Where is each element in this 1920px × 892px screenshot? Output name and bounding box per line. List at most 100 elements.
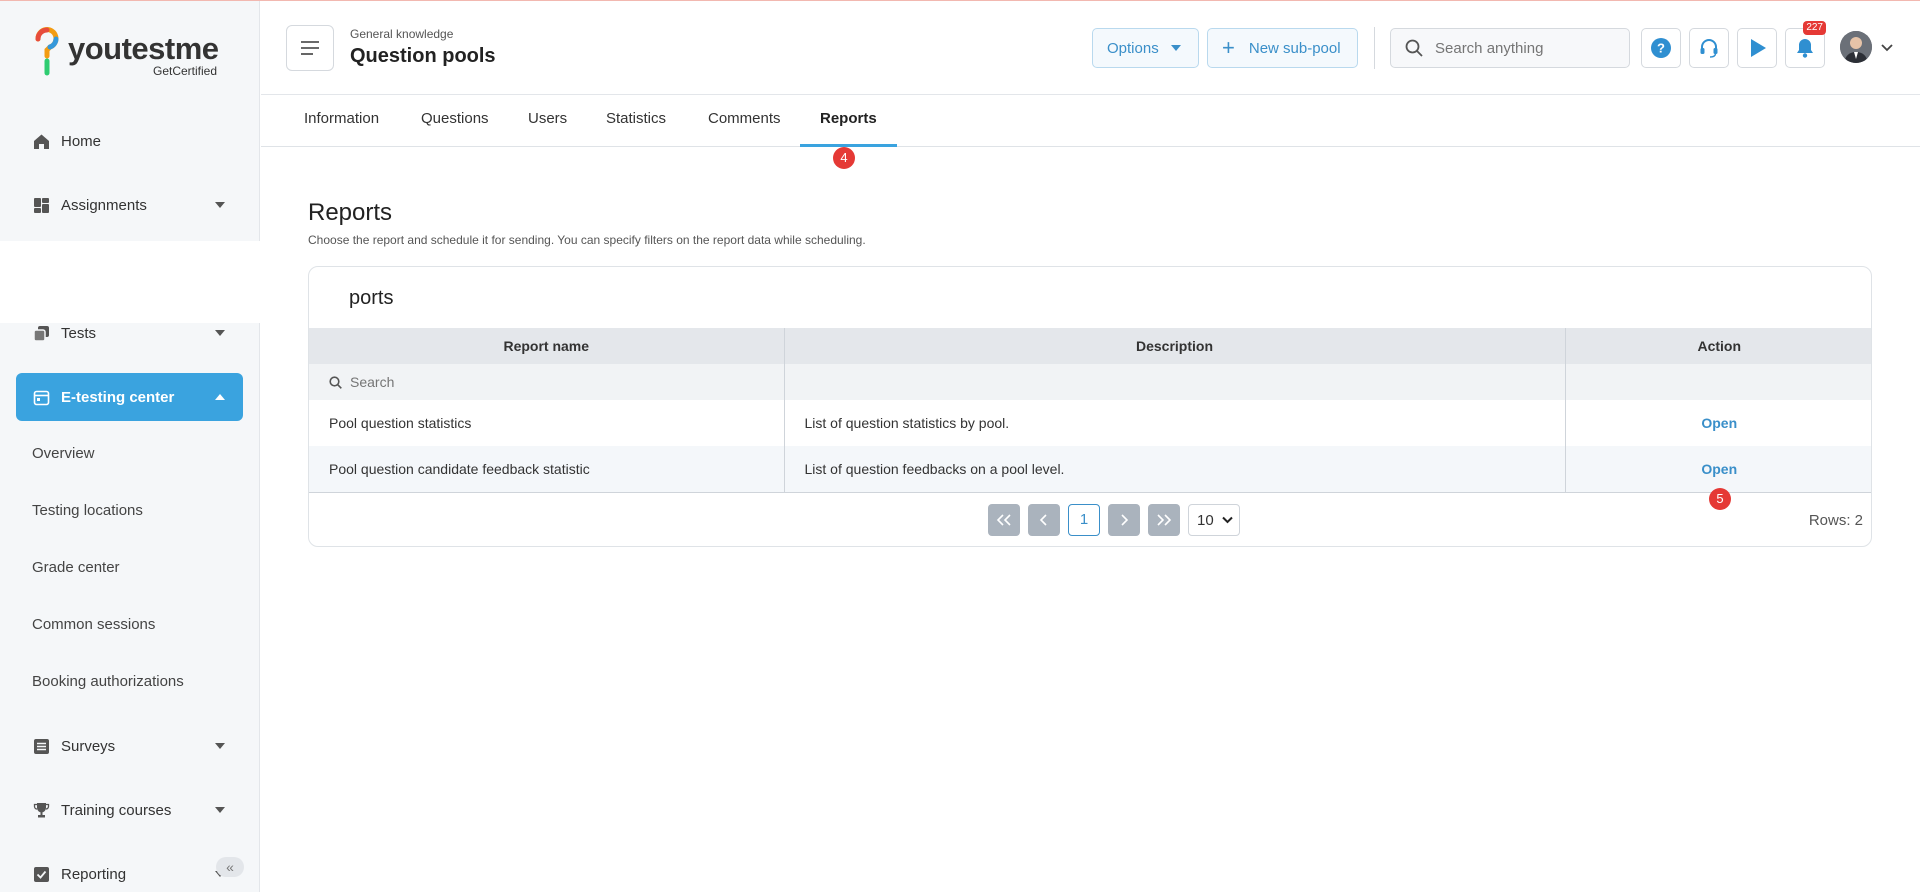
- youtestme-logo[interactable]: youtestme GetCertified: [32, 27, 232, 78]
- help-button[interactable]: ?: [1641, 28, 1681, 68]
- sidebar-subitem-testing-locations[interactable]: Testing locations: [32, 500, 143, 522]
- chevron-down-icon: [215, 807, 225, 813]
- reports-card: ports Report name Description Action Sea…: [308, 266, 1872, 547]
- help-icon: ?: [1651, 38, 1671, 58]
- sidebar-item-label: Assignments: [61, 196, 147, 214]
- play-tour-button[interactable]: [1737, 28, 1777, 68]
- sidebar-item-training-courses[interactable]: Training courses: [16, 786, 243, 834]
- previous-page-button[interactable]: [1028, 504, 1060, 536]
- table-row: Pool question candidate feedback statist…: [309, 446, 1871, 493]
- chevron-left-icon: [1039, 514, 1047, 526]
- tab-bar: Information Questions Users Statistics C…: [261, 96, 1920, 147]
- overlay-blank-area: [0, 241, 346, 323]
- sidebar-item-label: Surveys: [61, 737, 116, 755]
- first-page-button[interactable]: [988, 504, 1020, 536]
- breadcrumb[interactable]: General knowledge: [350, 27, 453, 41]
- page-number-button[interactable]: 1: [1068, 504, 1100, 536]
- plus-icon: +: [1222, 35, 1235, 60]
- trophy-icon: [32, 801, 50, 819]
- last-page-button[interactable]: [1148, 504, 1180, 536]
- support-button[interactable]: [1689, 28, 1729, 68]
- user-avatar-image: [1840, 31, 1872, 63]
- chevron-down-icon: [1221, 516, 1233, 524]
- next-page-button[interactable]: [1108, 504, 1140, 536]
- sidebar-item-home[interactable]: Home: [16, 117, 243, 165]
- tab-questions[interactable]: Questions: [421, 96, 489, 147]
- headset-icon: [1700, 39, 1718, 58]
- page-size-value: 10: [1197, 511, 1214, 529]
- list-icon: [32, 737, 50, 755]
- sidebar-item-surveys[interactable]: Surveys: [16, 722, 243, 770]
- report-description-cell: List of question statistics by pool.: [784, 400, 1566, 446]
- open-report-link[interactable]: Open: [1701, 461, 1737, 477]
- report-action-cell: Open: [1565, 446, 1871, 493]
- sidebar-item-label: Home: [61, 132, 102, 150]
- new-sub-pool-label: New sub-pool: [1248, 39, 1341, 57]
- tab-comments[interactable]: Comments: [708, 96, 781, 147]
- sidebar-subitem-grade-center[interactable]: Grade center: [32, 557, 120, 579]
- tab-users[interactable]: Users: [528, 96, 567, 147]
- global-search[interactable]: [1390, 28, 1630, 68]
- options-button[interactable]: Options: [1092, 28, 1199, 68]
- top-header: General knowledge Question pools Options…: [261, 1, 1920, 95]
- report-name-filter-cell: [309, 364, 785, 400]
- double-chevron-left-icon: [996, 514, 1011, 526]
- chevron-down-icon: [215, 202, 225, 208]
- page-size-select[interactable]: 10: [1188, 504, 1240, 536]
- copy-icon: [32, 324, 50, 342]
- sidebar-subitem-booking-authorizations[interactable]: Booking authorizations: [32, 671, 184, 693]
- logo-text: youtestme: [68, 31, 219, 66]
- column-header-description[interactable]: Description: [784, 328, 1566, 364]
- new-sub-pool-button[interactable]: + New sub-pool: [1207, 28, 1358, 68]
- action-filter-cell: [1565, 364, 1871, 400]
- user-menu-chevron-icon[interactable]: [1881, 41, 1893, 55]
- table-row: Pool question statistics List of questio…: [309, 400, 1871, 446]
- report-name-filter-input[interactable]: [350, 374, 650, 390]
- header-divider: [1374, 27, 1375, 69]
- hamburger-menu-button[interactable]: [286, 25, 334, 71]
- notifications-button[interactable]: 227: [1785, 21, 1826, 68]
- calendar-icon: [32, 388, 50, 406]
- chevron-down-icon: [215, 330, 225, 336]
- column-header-report-name[interactable]: Report name: [309, 328, 785, 364]
- play-icon: [1751, 39, 1766, 57]
- sidebar-subitem-overview[interactable]: Overview: [32, 443, 95, 465]
- reports-section-title: Reports: [308, 199, 393, 226]
- user-avatar[interactable]: [1840, 31, 1872, 63]
- double-chevron-right-icon: [1157, 514, 1172, 526]
- global-search-input[interactable]: [1435, 39, 1615, 57]
- search-icon: [1405, 39, 1423, 57]
- sidebar-item-reporting[interactable]: Reporting: [16, 850, 243, 892]
- reports-table: Report name Description Action Search Po…: [309, 328, 1871, 493]
- notification-count-badge: 227: [1803, 21, 1826, 35]
- open-report-link[interactable]: Open: [1701, 415, 1737, 431]
- description-filter-cell: [784, 364, 1566, 400]
- tab-information[interactable]: Information: [304, 96, 379, 147]
- sidebar-subitem-common-sessions[interactable]: Common sessions: [32, 614, 155, 636]
- tab-reports[interactable]: Reports: [800, 96, 897, 147]
- logo-subtext: GetCertified: [153, 64, 218, 78]
- report-name-cell: Pool question candidate feedback statist…: [309, 446, 785, 493]
- sidebar-item-label: Training courses: [61, 801, 172, 819]
- sidebar-item-label: Reporting: [61, 865, 127, 883]
- step-badge-open: 5: [1709, 488, 1731, 510]
- sidebar-item-label: E-testing center: [61, 388, 175, 406]
- rows-count: Rows: 2: [1808, 512, 1863, 529]
- report-description-cell: List of question feedbacks on a pool lev…: [784, 446, 1566, 493]
- step-badge-tab: 4: [833, 147, 855, 169]
- sidebar-item-label: Tests: [61, 324, 97, 342]
- page-title: Question pools: [350, 45, 496, 67]
- sidebar-item-assignments[interactable]: Assignments: [16, 181, 243, 229]
- chevron-down-icon: [215, 743, 225, 749]
- report-action-cell: Open: [1565, 400, 1871, 446]
- sidebar: youtestme GetCertified Home Assignments …: [0, 1, 260, 892]
- collapse-sidebar-button[interactable]: «: [216, 857, 244, 877]
- dashboard-icon: [32, 196, 50, 214]
- home-icon: [32, 132, 50, 150]
- sidebar-item-e-testing-center[interactable]: E-testing center: [16, 373, 243, 421]
- table-header-row: Report name Description Action: [309, 328, 1871, 364]
- hamburger-icon: [301, 41, 319, 55]
- options-label: Options: [1107, 39, 1159, 57]
- tab-statistics[interactable]: Statistics: [606, 96, 666, 147]
- caret-down-icon: [1170, 45, 1181, 51]
